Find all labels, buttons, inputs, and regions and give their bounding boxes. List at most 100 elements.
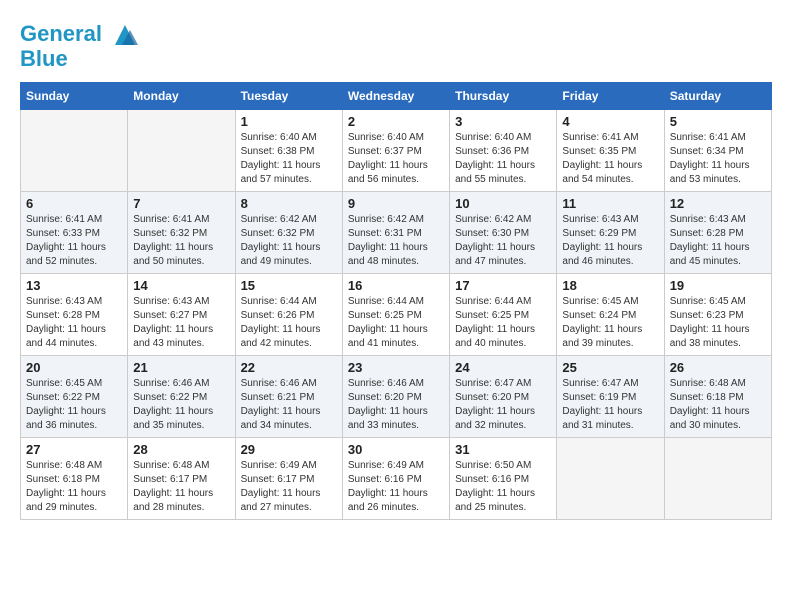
- day-info: Sunrise: 6:45 AMSunset: 6:24 PMDaylight:…: [562, 295, 658, 351]
- day-number: 29: [241, 442, 337, 457]
- day-info: Sunrise: 6:44 AMSunset: 6:25 PMDaylight:…: [348, 295, 444, 351]
- day-info: Sunrise: 6:45 AMSunset: 6:23 PMDaylight:…: [670, 295, 766, 351]
- day-number: 12: [670, 196, 766, 211]
- day-info: Sunrise: 6:41 AMSunset: 6:33 PMDaylight:…: [26, 213, 122, 269]
- calendar-cell: [557, 438, 664, 520]
- day-number: 9: [348, 196, 444, 211]
- day-info: Sunrise: 6:46 AMSunset: 6:20 PMDaylight:…: [348, 377, 444, 433]
- calendar-week-row: 6 Sunrise: 6:41 AMSunset: 6:33 PMDaylight…: [21, 192, 772, 274]
- calendar-cell: 20 Sunrise: 6:45 AMSunset: 6:22 PMDayligh…: [21, 356, 128, 438]
- day-info: Sunrise: 6:40 AMSunset: 6:36 PMDaylight:…: [455, 131, 551, 187]
- day-info: Sunrise: 6:41 AMSunset: 6:32 PMDaylight:…: [133, 213, 229, 269]
- day-info: Sunrise: 6:43 AMSunset: 6:27 PMDaylight:…: [133, 295, 229, 351]
- day-info: Sunrise: 6:45 AMSunset: 6:22 PMDaylight:…: [26, 377, 122, 433]
- day-info: Sunrise: 6:41 AMSunset: 6:34 PMDaylight:…: [670, 131, 766, 187]
- weekday-header-wednesday: Wednesday: [342, 83, 449, 110]
- day-number: 7: [133, 196, 229, 211]
- day-number: 16: [348, 278, 444, 293]
- day-number: 5: [670, 114, 766, 129]
- day-number: 2: [348, 114, 444, 129]
- day-number: 13: [26, 278, 122, 293]
- day-info: Sunrise: 6:40 AMSunset: 6:38 PMDaylight:…: [241, 131, 337, 187]
- calendar-cell: 18 Sunrise: 6:45 AMSunset: 6:24 PMDayligh…: [557, 274, 664, 356]
- calendar-cell: 8 Sunrise: 6:42 AMSunset: 6:32 PMDaylight…: [235, 192, 342, 274]
- weekday-header-thursday: Thursday: [450, 83, 557, 110]
- day-info: Sunrise: 6:48 AMSunset: 6:17 PMDaylight:…: [133, 459, 229, 515]
- calendar-week-row: 20 Sunrise: 6:45 AMSunset: 6:22 PMDayligh…: [21, 356, 772, 438]
- weekday-header-saturday: Saturday: [664, 83, 771, 110]
- day-info: Sunrise: 6:46 AMSunset: 6:21 PMDaylight:…: [241, 377, 337, 433]
- calendar-header-row: SundayMondayTuesdayWednesdayThursdayFrid…: [21, 83, 772, 110]
- calendar-cell: [128, 110, 235, 192]
- calendar-cell: 5 Sunrise: 6:41 AMSunset: 6:34 PMDaylight…: [664, 110, 771, 192]
- day-number: 28: [133, 442, 229, 457]
- calendar-cell: 10 Sunrise: 6:42 AMSunset: 6:30 PMDayligh…: [450, 192, 557, 274]
- day-number: 20: [26, 360, 122, 375]
- day-number: 11: [562, 196, 658, 211]
- day-number: 22: [241, 360, 337, 375]
- day-info: Sunrise: 6:44 AMSunset: 6:25 PMDaylight:…: [455, 295, 551, 351]
- day-number: 1: [241, 114, 337, 129]
- calendar-cell: 4 Sunrise: 6:41 AMSunset: 6:35 PMDaylight…: [557, 110, 664, 192]
- calendar-cell: 27 Sunrise: 6:48 AMSunset: 6:18 PMDayligh…: [21, 438, 128, 520]
- calendar-cell: 26Sunrise: 6:48 AMSunset: 6:18 PMDayligh…: [664, 356, 771, 438]
- weekday-header-monday: Monday: [128, 83, 235, 110]
- day-number: 6: [26, 196, 122, 211]
- calendar-cell: 23 Sunrise: 6:46 AMSunset: 6:20 PMDayligh…: [342, 356, 449, 438]
- day-info: Sunrise: 6:44 AMSunset: 6:26 PMDaylight:…: [241, 295, 337, 351]
- day-number: 27: [26, 442, 122, 457]
- day-info: Sunrise: 6:49 AMSunset: 6:16 PMDaylight:…: [348, 459, 444, 515]
- day-info: Sunrise: 6:42 AMSunset: 6:32 PMDaylight:…: [241, 213, 337, 269]
- day-number: 4: [562, 114, 658, 129]
- day-info: Sunrise: 6:41 AMSunset: 6:35 PMDaylight:…: [562, 131, 658, 187]
- calendar-cell: 31Sunrise: 6:50 AMSunset: 6:16 PMDayligh…: [450, 438, 557, 520]
- calendar-cell: 11 Sunrise: 6:43 AMSunset: 6:29 PMDayligh…: [557, 192, 664, 274]
- day-number: 25: [562, 360, 658, 375]
- day-info: Sunrise: 6:40 AMSunset: 6:37 PMDaylight:…: [348, 131, 444, 187]
- day-info: Sunrise: 6:47 AMSunset: 6:19 PMDaylight:…: [562, 377, 658, 433]
- day-info: Sunrise: 6:48 AMSunset: 6:18 PMDaylight:…: [26, 459, 122, 515]
- calendar-cell: 19 Sunrise: 6:45 AMSunset: 6:23 PMDayligh…: [664, 274, 771, 356]
- weekday-header-friday: Friday: [557, 83, 664, 110]
- day-number: 15: [241, 278, 337, 293]
- page-header: General Blue: [20, 20, 772, 72]
- day-number: 18: [562, 278, 658, 293]
- day-info: Sunrise: 6:42 AMSunset: 6:31 PMDaylight:…: [348, 213, 444, 269]
- calendar-cell: 15 Sunrise: 6:44 AMSunset: 6:26 PMDayligh…: [235, 274, 342, 356]
- logo: General Blue: [20, 20, 140, 72]
- calendar-cell: [21, 110, 128, 192]
- day-number: 10: [455, 196, 551, 211]
- calendar-cell: 13Sunrise: 6:43 AMSunset: 6:28 PMDayligh…: [21, 274, 128, 356]
- calendar-week-row: 1 Sunrise: 6:40 AMSunset: 6:38 PMDaylight…: [21, 110, 772, 192]
- calendar-cell: 30Sunrise: 6:49 AMSunset: 6:16 PMDayligh…: [342, 438, 449, 520]
- day-number: 19: [670, 278, 766, 293]
- calendar-cell: 29Sunrise: 6:49 AMSunset: 6:17 PMDayligh…: [235, 438, 342, 520]
- calendar-cell: 7 Sunrise: 6:41 AMSunset: 6:32 PMDaylight…: [128, 192, 235, 274]
- day-number: 21: [133, 360, 229, 375]
- day-number: 31: [455, 442, 551, 457]
- day-info: Sunrise: 6:47 AMSunset: 6:20 PMDaylight:…: [455, 377, 551, 433]
- calendar-cell: 25 Sunrise: 6:47 AMSunset: 6:19 PMDayligh…: [557, 356, 664, 438]
- weekday-header-tuesday: Tuesday: [235, 83, 342, 110]
- day-number: 3: [455, 114, 551, 129]
- day-number: 24: [455, 360, 551, 375]
- calendar-week-row: 13Sunrise: 6:43 AMSunset: 6:28 PMDayligh…: [21, 274, 772, 356]
- calendar-cell: [664, 438, 771, 520]
- day-info: Sunrise: 6:46 AMSunset: 6:22 PMDaylight:…: [133, 377, 229, 433]
- calendar-cell: 9 Sunrise: 6:42 AMSunset: 6:31 PMDaylight…: [342, 192, 449, 274]
- calendar-cell: 17 Sunrise: 6:44 AMSunset: 6:25 PMDayligh…: [450, 274, 557, 356]
- day-info: Sunrise: 6:43 AMSunset: 6:28 PMDaylight:…: [670, 213, 766, 269]
- calendar-cell: 16 Sunrise: 6:44 AMSunset: 6:25 PMDayligh…: [342, 274, 449, 356]
- day-number: 8: [241, 196, 337, 211]
- day-number: 23: [348, 360, 444, 375]
- day-info: Sunrise: 6:43 AMSunset: 6:29 PMDaylight:…: [562, 213, 658, 269]
- calendar-table: SundayMondayTuesdayWednesdayThursdayFrid…: [20, 82, 772, 520]
- calendar-cell: 22 Sunrise: 6:46 AMSunset: 6:21 PMDayligh…: [235, 356, 342, 438]
- day-number: 17: [455, 278, 551, 293]
- day-info: Sunrise: 6:42 AMSunset: 6:30 PMDaylight:…: [455, 213, 551, 269]
- calendar-cell: 24 Sunrise: 6:47 AMSunset: 6:20 PMDayligh…: [450, 356, 557, 438]
- calendar-cell: 2 Sunrise: 6:40 AMSunset: 6:37 PMDaylight…: [342, 110, 449, 192]
- calendar-cell: 14Sunrise: 6:43 AMSunset: 6:27 PMDayligh…: [128, 274, 235, 356]
- calendar-cell: 21 Sunrise: 6:46 AMSunset: 6:22 PMDayligh…: [128, 356, 235, 438]
- calendar-cell: 12 Sunrise: 6:43 AMSunset: 6:28 PMDayligh…: [664, 192, 771, 274]
